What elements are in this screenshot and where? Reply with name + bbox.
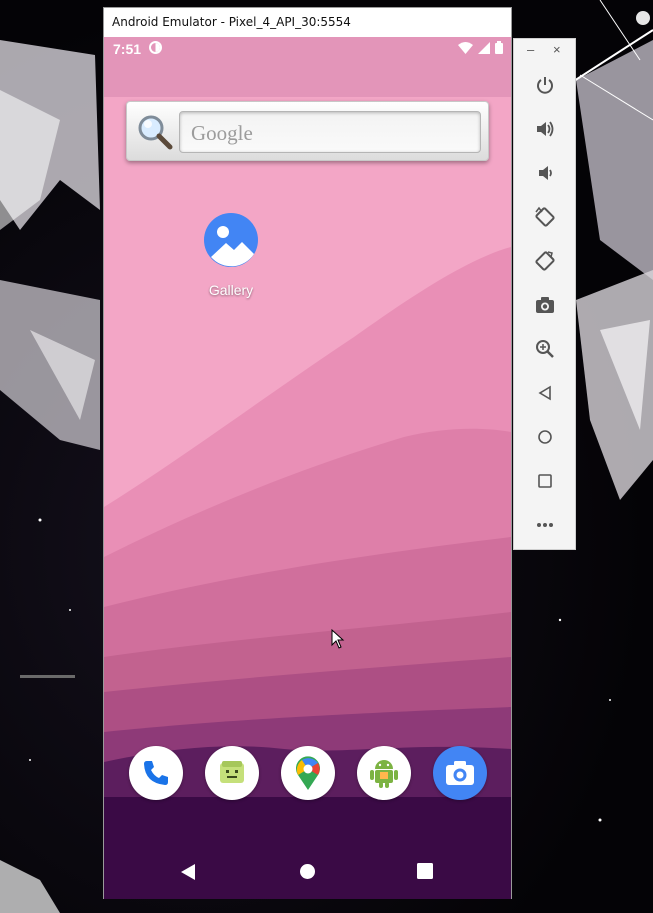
status-time: 7:51 xyxy=(113,41,142,57)
messages-icon xyxy=(220,761,244,783)
status-bar: 7:51 xyxy=(104,37,511,61)
power-icon xyxy=(537,77,553,94)
messages-app[interactable] xyxy=(205,746,259,800)
back-icon xyxy=(538,385,551,401)
toolbar-window-controls: – × xyxy=(514,39,575,63)
overview-button[interactable] xyxy=(532,468,558,494)
emulator-toolbar: – × xyxy=(513,38,576,550)
screenshot-button[interactable] xyxy=(532,292,558,318)
window-title[interactable]: Android Emulator - Pixel_4_API_30:5554 xyxy=(104,8,511,36)
home-button[interactable] xyxy=(532,424,558,450)
maps-app[interactable] xyxy=(281,746,335,800)
home-icon[interactable] xyxy=(299,863,316,880)
google-search-widget[interactable]: Google xyxy=(126,101,489,161)
data-saver-icon xyxy=(149,41,163,57)
camera-app[interactable] xyxy=(433,746,487,800)
android-app-icon xyxy=(370,760,398,788)
phone-icon xyxy=(144,761,168,785)
gallery-icon xyxy=(204,213,258,267)
app-label: Gallery xyxy=(208,282,254,298)
zoom-button[interactable] xyxy=(532,336,558,362)
close-button[interactable]: × xyxy=(553,42,561,57)
magnifier-icon xyxy=(138,115,173,150)
google-search-input[interactable]: Google xyxy=(179,111,481,153)
battery-icon xyxy=(495,41,503,57)
back-button[interactable] xyxy=(532,380,558,406)
wifi-icon xyxy=(458,41,473,57)
zoom-icon xyxy=(536,340,554,358)
camera-icon xyxy=(446,761,474,785)
more-button[interactable] xyxy=(532,512,558,538)
maps-icon xyxy=(296,756,320,790)
camera-icon xyxy=(536,297,554,313)
minimize-button[interactable]: – xyxy=(527,42,534,57)
app-gallery[interactable]: Gallery xyxy=(201,213,261,298)
phone-app[interactable] xyxy=(129,746,183,800)
emulator-window: Android Emulator - Pixel_4_API_30:5554 7… xyxy=(103,7,512,899)
power-button[interactable] xyxy=(532,72,558,98)
home-icon xyxy=(538,430,552,444)
signal-icon xyxy=(478,41,490,57)
overview-icon xyxy=(538,474,552,488)
back-icon[interactable] xyxy=(180,863,196,881)
rotate-left-icon xyxy=(535,206,555,227)
recents-icon[interactable] xyxy=(417,863,433,879)
rotate-right-icon xyxy=(535,251,555,271)
rotate-left-button[interactable] xyxy=(532,204,558,230)
volume-down-button[interactable] xyxy=(532,160,558,186)
more-icon xyxy=(537,523,553,527)
volume-up-button[interactable] xyxy=(532,116,558,142)
android-app[interactable] xyxy=(357,746,411,800)
volume-down-icon xyxy=(539,166,552,180)
mouse-cursor-icon xyxy=(331,629,345,649)
rotate-right-button[interactable] xyxy=(532,248,558,274)
device-screen[interactable]: 7:51 Google Gallery xyxy=(104,37,511,899)
volume-up-icon xyxy=(537,121,554,137)
